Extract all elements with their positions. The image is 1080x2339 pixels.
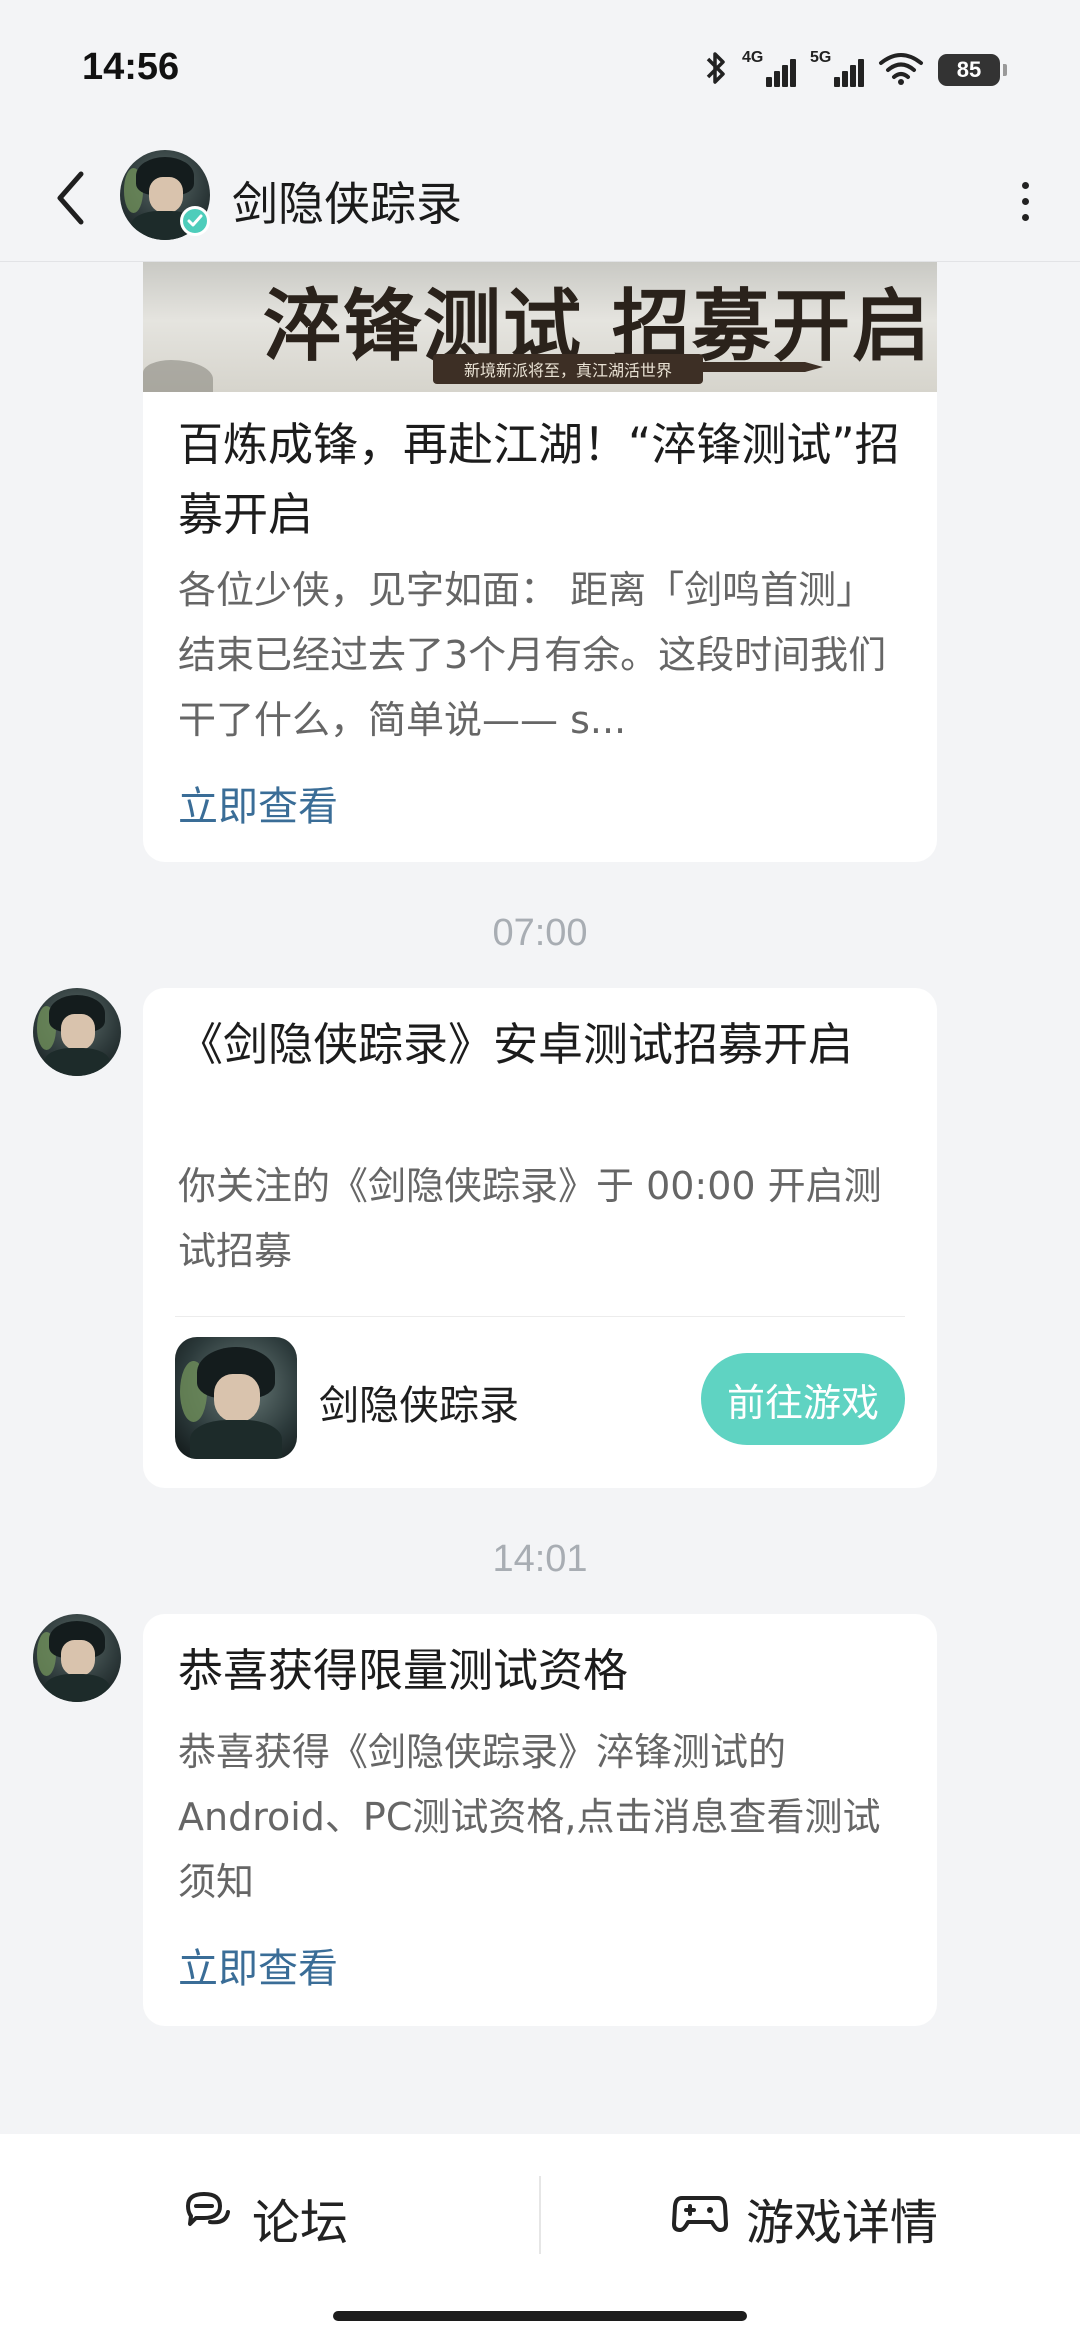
forum-label: 论坛	[252, 2195, 349, 2251]
qualification-card[interactable]: 恭喜获得限量测试资格 恭喜获得《剑隐侠踪录》淬锋测试的Android、PC测试资…	[143, 1614, 937, 2026]
article-title: 百炼成锋，再赴江湖！“淬锋测试”招募开启	[178, 418, 900, 541]
game-entry: 剑隐侠踪录 前往游戏	[175, 1316, 905, 1466]
message-title: 恭喜获得限量测试资格	[178, 1644, 629, 1697]
article-summary: 各位少侠，见字如面： 距离「剑鸣首测」结束已经过去了3个月有余。这段时间我们干了…	[178, 568, 887, 742]
sender-avatar[interactable]	[33, 1614, 121, 1702]
bottom-divider	[539, 2176, 541, 2254]
back-icon	[55, 170, 85, 230]
view-now-link[interactable]: 立即查看	[178, 774, 338, 832]
message-body: 恭喜获得《剑隐侠踪录》淬锋测试的Android、PC测试资格,点击消息查看测试须…	[178, 1730, 881, 1904]
signal-5g-icon: 5G	[810, 49, 864, 87]
message-timestamp: 07:00	[492, 912, 588, 954]
signal-4g-icon: 4G	[742, 49, 796, 87]
battery-icon: 85	[938, 54, 1007, 86]
sword-icon	[703, 362, 823, 372]
test-recruit-card[interactable]: 《剑隐侠踪录》安卓测试招募开启 你关注的《剑隐侠踪录》于 00:00 开启测试招…	[143, 988, 937, 1488]
game-icon[interactable]	[175, 1337, 297, 1459]
game-details-label: 游戏详情	[746, 2195, 939, 2251]
go-to-game-button[interactable]: 前往游戏	[701, 1353, 905, 1445]
bottom-action-bar: 论坛 游戏详情	[0, 2134, 1080, 2339]
message-timestamp: 14:01	[492, 1538, 588, 1580]
back-button[interactable]	[40, 164, 100, 236]
article-banner[interactable]: 淬锋测试 招募开启 新境新派将至，真江湖活世界	[143, 262, 937, 392]
more-button[interactable]	[1010, 170, 1040, 232]
verified-icon	[180, 206, 210, 236]
battery-level: 85	[956, 57, 982, 82]
page-title: 剑隐侠踪录	[232, 177, 462, 231]
network-5g-label: 5G	[810, 49, 832, 66]
message-body: 你关注的《剑隐侠踪录》于 00:00 开启测试招募	[178, 1164, 882, 1273]
game-details-button[interactable]: 游戏详情	[672, 2178, 938, 2258]
forum-icon	[182, 2188, 234, 2248]
forum-button[interactable]: 论坛	[182, 2178, 348, 2258]
banner-subtitle: 新境新派将至，真江湖活世界	[433, 354, 703, 384]
wifi-icon	[878, 51, 924, 89]
chat-header: 剑隐侠踪录	[0, 140, 1080, 262]
status-icons: 4G 5G 85	[704, 48, 1007, 92]
message-title: 《剑隐侠踪录》安卓测试招募开启	[178, 1018, 854, 1071]
game-name: 剑隐侠踪录	[319, 1383, 519, 1429]
banner-scenery	[143, 360, 213, 392]
sender-avatar[interactable]	[33, 988, 121, 1076]
more-icon	[1021, 181, 1029, 221]
home-indicator[interactable]	[333, 2311, 747, 2321]
network-4g-label: 4G	[742, 49, 764, 66]
gamepad-icon	[672, 2190, 728, 2246]
bluetooth-icon	[704, 50, 728, 90]
status-time: 14:56	[82, 46, 180, 88]
status-bar: 14:56 4G 5G 85	[0, 0, 1080, 140]
view-now-link[interactable]: 立即查看	[178, 1936, 338, 1994]
